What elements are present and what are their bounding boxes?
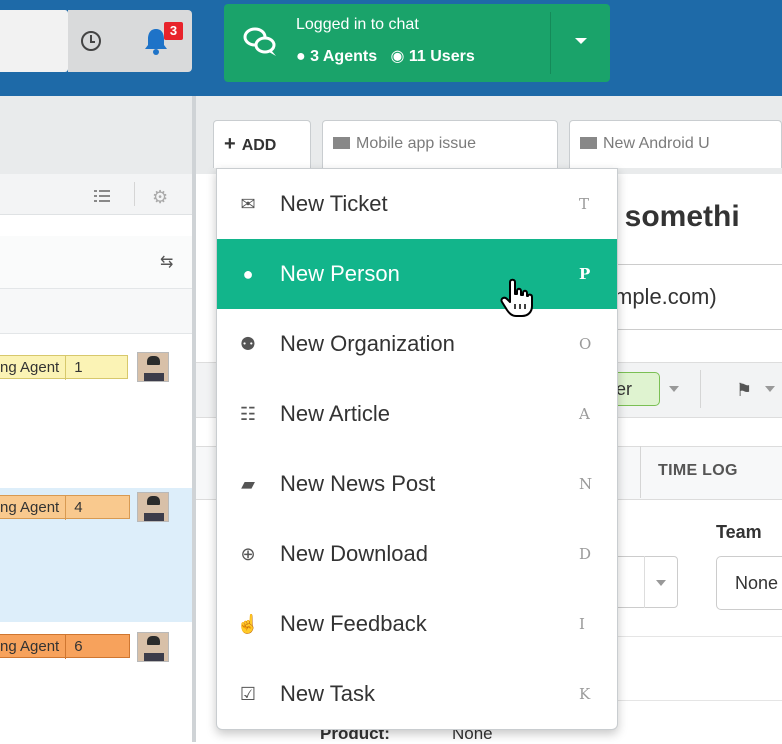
page-title: n somethi — [598, 200, 740, 233]
menu-item-label: New Download — [280, 541, 428, 566]
document-icon: ☷ — [239, 404, 257, 424]
menu-item-label: New News Post — [280, 471, 436, 496]
menu-item-new-ticket[interactable]: ✉ New Ticket T — [217, 169, 617, 239]
caret-down-icon[interactable] — [575, 38, 587, 44]
checkbox-icon: ☑ — [239, 684, 257, 704]
tab-label: Mobile app issue — [356, 135, 477, 152]
tab-new-android[interactable]: New Android U — [569, 120, 782, 168]
user-count: 11 Users — [408, 48, 475, 65]
download-icon: ⊕ — [240, 544, 256, 564]
menu-item-label: New Feedback — [280, 611, 427, 636]
shortcut-key: K — [579, 685, 591, 703]
globe-icon: ◉ — [390, 48, 405, 65]
tab-add-label: ADD — [241, 137, 277, 154]
left-subbar — [0, 96, 192, 174]
menu-item-label: New Organization — [280, 331, 455, 356]
book-icon: ▰ — [241, 474, 255, 494]
hand-cursor-icon — [500, 278, 533, 317]
menu-item-new-article[interactable]: ☷ New Article A — [217, 379, 617, 449]
add-menu: ✉ New Ticket T ● New Person P ⚉ New Orga… — [216, 168, 618, 730]
agent-name: ng Agent — [0, 359, 60, 376]
menu-item-new-task[interactable]: ☑ New Task K — [217, 659, 617, 729]
avatar — [137, 492, 169, 522]
shortcut-key: O — [579, 335, 592, 353]
tab-time-log[interactable]: TIME LOG — [658, 462, 738, 480]
shortcut-key: A — [579, 405, 590, 423]
divider — [600, 700, 782, 701]
list-filter-row — [0, 289, 192, 334]
shortcut-key: I — [579, 615, 585, 633]
refresh-icon[interactable]: ⇆ — [160, 252, 173, 272]
menu-item-label: New Task — [280, 681, 375, 706]
flag-icon[interactable]: ⚑ — [736, 380, 752, 401]
actionbar-divider — [700, 370, 701, 408]
shortcut-key: D — [579, 545, 592, 563]
thumbs-up-icon: ☝ — [236, 614, 260, 634]
agent-tag: ng Agent 4 — [0, 495, 130, 520]
group-icon: ⚉ — [239, 334, 257, 354]
tab-label: New Android U — [603, 135, 710, 152]
agent-count: 1 — [65, 356, 90, 380]
chat-bubbles-icon — [243, 27, 276, 56]
gear-icon[interactable]: ⚙ — [152, 187, 168, 208]
team-select[interactable]: None — [716, 556, 782, 610]
list-view-icon[interactable] — [94, 190, 110, 203]
clock-icon[interactable] — [81, 31, 101, 51]
email-field[interactable]: mple.com) — [600, 264, 782, 330]
envelope-icon — [333, 137, 350, 149]
menu-item-new-download[interactable]: ⊕ New Download D — [217, 519, 617, 589]
envelope-icon — [580, 137, 597, 149]
shortcut-key: T — [579, 195, 590, 213]
menu-item-label: New Person — [280, 261, 400, 286]
select-divider — [644, 556, 645, 608]
chat-divider — [550, 12, 551, 74]
person-icon: ● — [296, 48, 306, 65]
agent-count: 4 — [65, 496, 90, 520]
agent-count: 6 — [65, 635, 90, 659]
plus-icon: + — [224, 133, 236, 155]
menu-item-new-person[interactable]: ● New Person P — [217, 239, 617, 309]
toolbar-divider — [134, 182, 135, 206]
agent-tag: ng Agent 6 — [0, 634, 130, 659]
agent-tag: ng Agent 1 — [0, 355, 128, 380]
caret-down-icon[interactable] — [669, 386, 679, 392]
shortcut-key: N — [579, 475, 593, 493]
chat-status-title: Logged in to chat — [296, 16, 419, 33]
avatar — [137, 632, 169, 662]
menu-item-new-feedback[interactable]: ☝ New Feedback I — [217, 589, 617, 659]
person-icon: ● — [242, 264, 254, 284]
agent-name: ng Agent — [0, 499, 60, 516]
caret-down-icon[interactable] — [656, 580, 666, 586]
notification-count-badge: 3 — [164, 22, 183, 40]
caret-down-icon[interactable] — [765, 386, 775, 392]
subtab-divider — [640, 446, 641, 498]
chat-counts: ● 3 Agents ◉ 11 Users — [296, 46, 475, 66]
avatar — [137, 352, 169, 382]
envelope-icon: ✉ — [240, 194, 256, 214]
agent-name: ng Agent — [0, 638, 60, 655]
search-input[interactable] — [0, 10, 68, 72]
team-label: Team — [716, 522, 762, 542]
shortcut-key: P — [579, 265, 591, 283]
tab-mobile-app-issue[interactable]: Mobile app issue — [322, 120, 558, 168]
menu-item-label: New Ticket — [280, 191, 388, 216]
divider — [600, 636, 782, 637]
tab-add[interactable]: + ADD — [213, 120, 311, 168]
menu-item-label: New Article — [280, 401, 391, 426]
chat-status-button[interactable]: Logged in to chat ● 3 Agents ◉ 11 Users — [224, 4, 610, 82]
menu-item-new-organization[interactable]: ⚉ New Organization O — [217, 309, 617, 379]
agent-count: 3 Agents — [310, 48, 378, 65]
menu-item-new-news-post[interactable]: ▰ New News Post N — [217, 449, 617, 519]
